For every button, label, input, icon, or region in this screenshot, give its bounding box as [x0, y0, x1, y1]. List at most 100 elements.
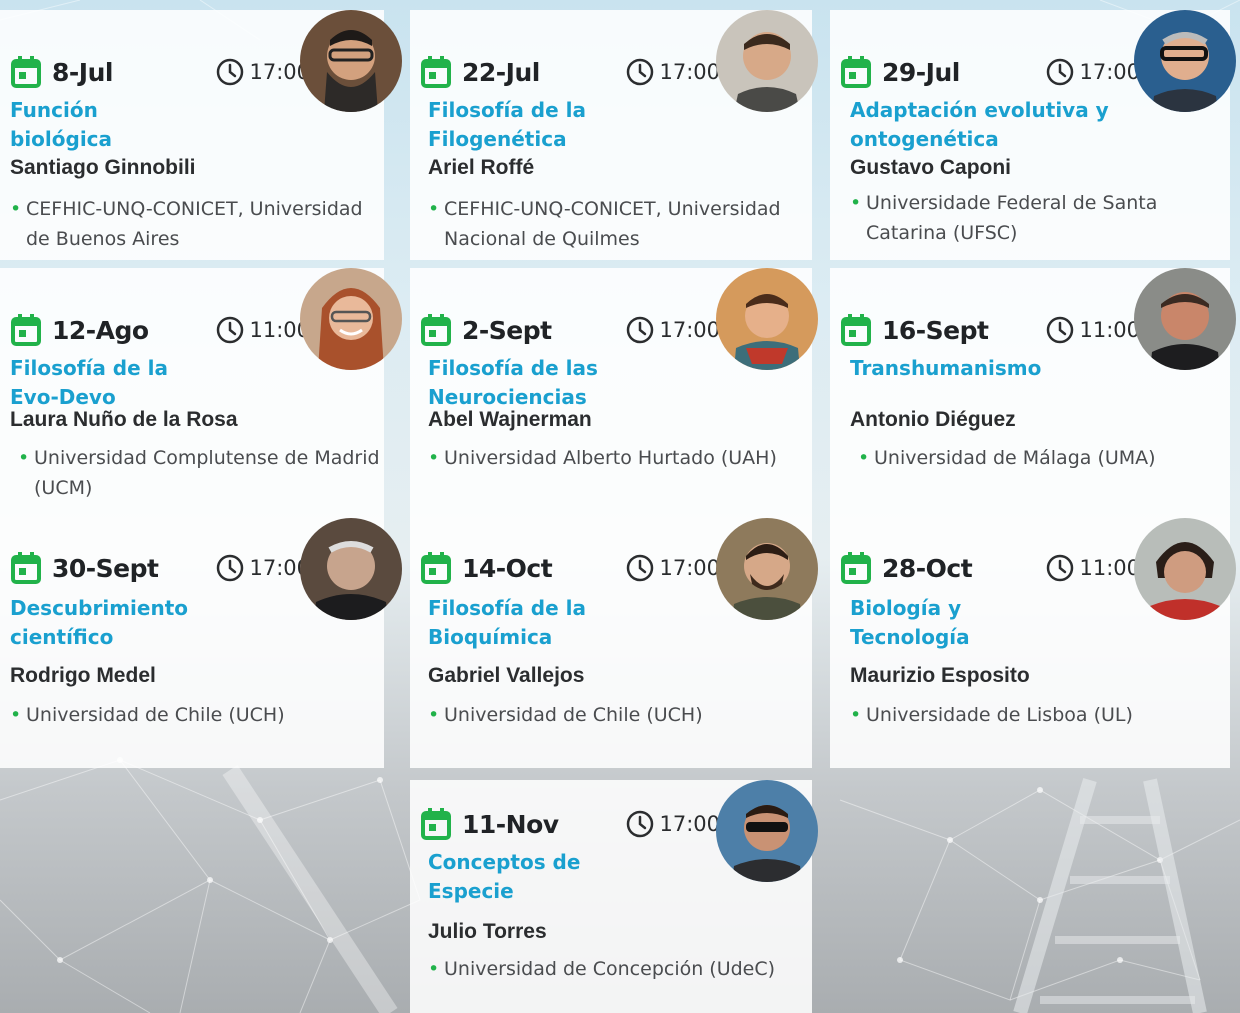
session-time: 17:00: [659, 812, 720, 836]
session-card-2: 22-Jul 17:00 Filosofía de la Filogenétic…: [410, 10, 818, 260]
speaker-name: Antonio Diéguez: [850, 408, 1016, 431]
bullet-dot: •: [428, 447, 440, 469]
speaker-affiliation: • Universidad de Concepción (UdeC): [428, 954, 798, 984]
calendar-icon: [841, 552, 871, 584]
session-topic: Adaptación evolutiva y ontogenética: [850, 98, 1109, 151]
session-card-4: 12-Ago 11:00 Filosofía de la Evo-Devo La…: [0, 268, 402, 518]
session-time: 17:00: [1079, 60, 1140, 84]
session-card-3: 29-Jul 17:00 Adaptación evolutiva y onto…: [830, 10, 1236, 260]
speaker-photo: [716, 268, 818, 370]
session-time: 11:00: [1079, 318, 1140, 342]
clock-icon: [1047, 316, 1074, 344]
speaker-name: Gustavo Caponi: [850, 156, 1012, 179]
date-time-row: 22-Jul 17:00: [420, 50, 720, 94]
speaker-affiliation: • CEFHIC-UNQ-CONICET, Universidad Naciona…: [428, 194, 812, 254]
speaker-affiliation: • Universidade de Lisboa (UL): [850, 700, 1210, 730]
session-time: 17:00: [659, 60, 720, 84]
session-topic: Función biológica: [10, 98, 113, 151]
calendar-icon: [421, 314, 451, 346]
session-card-6: 16-Sept 11:00 Transhumanismo Antonio Dié…: [830, 268, 1236, 518]
speaker-affiliation: • Universidad Alberto Hurtado (UAH): [428, 443, 812, 473]
speaker-photo: [1134, 10, 1236, 112]
bullet-dot: •: [18, 447, 30, 469]
calendar-icon: [421, 56, 451, 88]
speaker-affiliation: • Universidad de Chile (UCH): [10, 700, 370, 730]
session-card-8: 14-Oct 17:00 Filosofía de la Bioquímica …: [410, 518, 818, 768]
session-date: 14-Oct: [462, 553, 553, 583]
session-topic: Biología y Tecnología: [850, 596, 970, 649]
session-time: 11:00: [1079, 556, 1140, 580]
speaker-photo: [716, 10, 818, 112]
session-date: 22-Jul: [462, 57, 540, 87]
bullet-dot: •: [850, 704, 862, 726]
date-time-row: 28-Oct 11:00: [840, 546, 1140, 590]
speaker-affiliation: • Universidad Complutense de Madrid (UCM): [18, 443, 380, 503]
date-time-row: 11-Nov 17:00: [420, 802, 720, 846]
bullet-dot: •: [10, 198, 22, 220]
session-topic: Transhumanismo: [850, 356, 1042, 380]
session-date: 11-Nov: [462, 809, 559, 839]
session-date: 16-Sept: [882, 315, 989, 345]
speaker-photo: [716, 518, 818, 620]
speaker-name: Maurizio Esposito: [850, 664, 1030, 687]
date-time-row: 29-Jul 17:00: [840, 50, 1140, 94]
calendar-icon: [11, 552, 41, 584]
clock-icon: [1047, 554, 1074, 582]
session-card-5: 2-Sept 17:00 Filosofía de las Neurocienc…: [410, 268, 818, 518]
calendar-icon: [11, 56, 41, 88]
session-topic: Conceptos de Especie: [428, 850, 581, 903]
clock-icon: [627, 58, 654, 86]
calendar-icon: [421, 552, 451, 584]
date-time-row: 12-Ago 11:00: [10, 308, 310, 352]
date-time-row: 16-Sept 11:00: [840, 308, 1140, 352]
session-date: 2-Sept: [462, 315, 552, 345]
speaker-affiliation: • Universidad de Chile (UCH): [428, 700, 788, 730]
calendar-icon: [421, 808, 451, 840]
session-date: 30-Sept: [52, 553, 159, 583]
speaker-name: Ariel Roffé: [428, 156, 535, 179]
date-time-row: 30-Sept 17:00: [10, 546, 310, 590]
speaker-affiliation: • Universidad de Málaga (UMA): [858, 443, 1188, 473]
session-card-7: 30-Sept 17:00 Descubrimiento científico …: [0, 518, 402, 768]
session-time: 17:00: [659, 318, 720, 342]
clock-icon: [627, 810, 654, 838]
bullet-dot: •: [850, 192, 862, 214]
speaker-name: Rodrigo Medel: [10, 664, 156, 687]
speaker-name: Laura Nuño de la Rosa: [10, 408, 238, 431]
date-time-row: 14-Oct 17:00: [420, 546, 720, 590]
clock-icon: [1047, 58, 1074, 86]
calendar-icon: [841, 314, 871, 346]
speaker-affiliation: • CEFHIC-UNQ-CONICET, Universidad de Buen…: [10, 194, 370, 254]
session-topic: Filosofía de la Filogenética: [428, 98, 586, 151]
calendar-icon: [11, 314, 41, 346]
bullet-dot: •: [858, 447, 870, 469]
speaker-photo: [300, 10, 402, 112]
clock-icon: [217, 316, 244, 344]
bullet-dot: •: [10, 704, 22, 726]
bullet-dot: •: [428, 704, 440, 726]
session-card-1: 8-Jul 17:00 Función biológica Santiago G…: [0, 10, 402, 260]
speaker-name: Abel Wajnerman: [428, 408, 592, 431]
session-card-9: 28-Oct 11:00 Biología y Tecnología Mauri…: [830, 518, 1236, 768]
clock-icon: [627, 554, 654, 582]
speaker-name: Santiago Ginnobili: [10, 156, 196, 179]
date-time-row: 8-Jul 17:00: [10, 50, 310, 94]
clock-icon: [217, 554, 244, 582]
session-date: 29-Jul: [882, 57, 960, 87]
speaker-photo: [1134, 518, 1236, 620]
calendar-icon: [841, 56, 871, 88]
session-topic: Filosofía de la Bioquímica: [428, 596, 586, 649]
clock-icon: [627, 316, 654, 344]
session-date: 12-Ago: [52, 315, 149, 345]
session-card-10: 11-Nov 17:00 Conceptos de Especie Julio …: [410, 780, 818, 1013]
session-topic: Filosofía de las Neurociencias: [428, 356, 598, 409]
date-time-row: 2-Sept 17:00: [420, 308, 720, 352]
speaker-photo: [300, 268, 402, 370]
speaker-photo: [1134, 268, 1236, 370]
session-topic: Descubrimiento científico: [10, 596, 188, 649]
speaker-photo: [716, 780, 818, 882]
speaker-photo: [300, 518, 402, 620]
speaker-name: Gabriel Vallejos: [428, 664, 585, 687]
speaker-affiliation: • Universidade Federal de Santa Catarina …: [850, 188, 1230, 248]
session-date: 28-Oct: [882, 553, 973, 583]
